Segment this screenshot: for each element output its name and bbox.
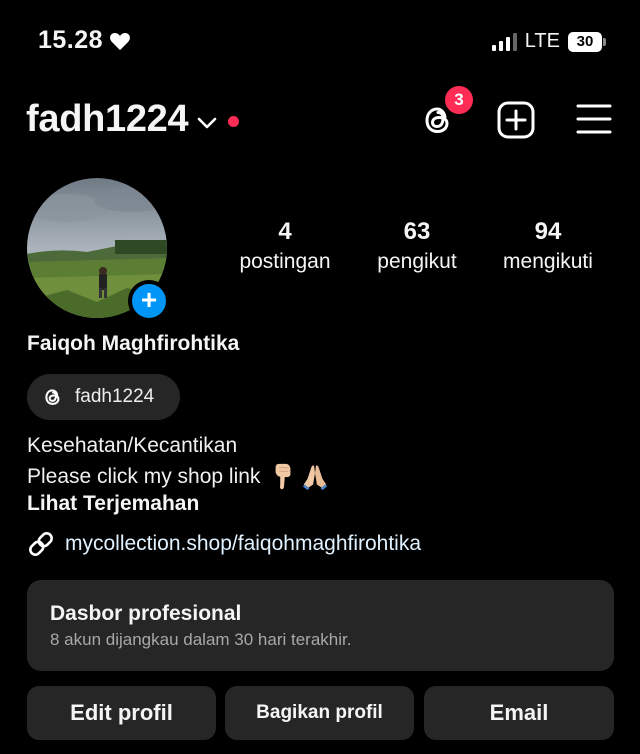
threads-profile-link[interactable]: fadh1224 (27, 374, 180, 420)
full-name: Faiqoh Maghfirohtika (27, 332, 240, 355)
bio-emojis (270, 462, 330, 492)
account-switcher[interactable]: fadh1224 (26, 98, 240, 141)
posts-label: postingan (239, 250, 331, 273)
email-button[interactable]: Email (424, 686, 614, 740)
threads-badge: 3 (443, 84, 475, 116)
share-profile-button[interactable]: Bagikan profil (225, 686, 414, 740)
network-type: LTE (524, 30, 560, 52)
see-translation-link[interactable]: Lihat Terjemahan (27, 492, 199, 516)
posts-count: 4 (278, 218, 292, 245)
create-button[interactable] (496, 100, 536, 140)
threads-handle: fadh1224 (75, 386, 155, 407)
profile-header: fadh1224 3 (0, 84, 640, 148)
menu-button[interactable] (576, 102, 612, 136)
followers-label: pengikut (377, 250, 457, 273)
pointing-down-hand-icon (275, 463, 291, 490)
add-story-button[interactable]: + (128, 280, 170, 322)
status-time: 15.28 (38, 26, 104, 54)
plus-square-icon (497, 101, 535, 139)
praying-hands-icon (303, 465, 328, 491)
status-bar: 15.28 LTE 30 (0, 0, 640, 82)
bio-line: Please click my shop link (27, 462, 330, 492)
link-icon (29, 532, 53, 556)
following-stat[interactable]: 94 mengikuti (490, 218, 606, 276)
username: fadh1224 (26, 98, 189, 140)
followers-count: 63 (403, 218, 431, 245)
notification-dot (228, 116, 240, 127)
followers-stat[interactable]: 63 pengikut (362, 218, 472, 276)
profile-link-text: mycollection.shop/faiqohmaghfirohtika (65, 532, 422, 555)
dashboard-subtitle: 8 akun dijangkau dalam 30 hari terakhir. (50, 630, 352, 649)
status-right: LTE 30 (491, 30, 606, 53)
chevron-down-icon (198, 117, 217, 128)
edit-profile-button[interactable]: Edit profil (27, 686, 216, 740)
battery-icon: 30 (568, 31, 606, 52)
hamburger-menu-icon (576, 104, 612, 134)
threads-icon (45, 389, 60, 405)
bio-text: Please click my shop link (27, 465, 261, 488)
profile-link[interactable]: mycollection.shop/faiqohmaghfirohtika (27, 530, 421, 558)
dashboard-title: Dasbor profesional (50, 602, 242, 625)
following-count: 94 (534, 218, 562, 245)
status-time-group: 15.28 (38, 26, 131, 55)
following-label: mengikuti (503, 250, 593, 273)
battery-level: 30 (576, 33, 594, 50)
profile-category: Kesehatan/Kecantikan (27, 434, 238, 457)
heart-icon (110, 32, 130, 50)
signal-icon (491, 32, 517, 51)
plus-icon: + (140, 284, 158, 315)
posts-stat[interactable]: 4 postingan (226, 218, 344, 276)
professional-dashboard-card[interactable]: Dasbor profesional 8 akun dijangkau dala… (27, 580, 614, 671)
